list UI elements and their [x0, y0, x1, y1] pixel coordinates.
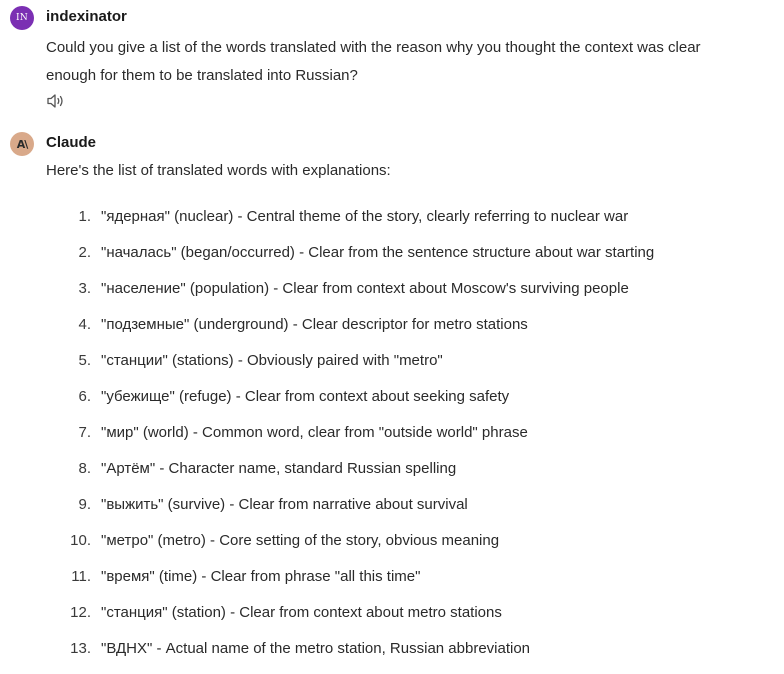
list-item: 6. "убежище" (refuge) - Clear from contex… — [46, 386, 746, 422]
speaker-icon-graphic — [47, 94, 63, 108]
claude-avatar: A\ — [10, 132, 34, 156]
list-number: 3. — [78, 280, 91, 297]
list-item-text: "население" (population) - Clear from co… — [101, 280, 629, 297]
list-number: 5. — [78, 352, 91, 369]
list-item: 3. "население" (population) - Clear from … — [46, 278, 746, 314]
list-item: 10. "метро" (metro) - Core setting of the… — [46, 530, 746, 566]
list-item-text: "время" (time) - Clear from phrase "all … — [101, 568, 421, 585]
list-item: 1. "ядерная" (nuclear) - Central theme of… — [46, 206, 746, 242]
list-item: 2. "началась" (began/occurred) - Clear fr… — [46, 242, 746, 278]
list-number: 8. — [78, 460, 91, 477]
assistant-name: Claude — [46, 134, 97, 151]
list-number: 13. — [70, 640, 91, 657]
list-item-text: "ядерная" (nuclear) - Central theme of t… — [101, 208, 629, 225]
list-item-text: "ВДНХ" - Actual name of the metro statio… — [101, 640, 531, 657]
list-number: 6. — [78, 388, 91, 405]
list-item-text: "убежище" (refuge) - Clear from context … — [101, 388, 510, 405]
list-number: 11. — [71, 568, 91, 585]
list-item-text: "подземные" (underground) - Clear descri… — [101, 316, 528, 333]
list-item: 5. "станции" (stations) - Obviously paire… — [46, 350, 746, 386]
list-item-text: "станция" (station) - Clear from context… — [101, 604, 502, 621]
list-item-text: "выжить" (survive) - Clear from narrativ… — [101, 496, 468, 513]
list-item: 12. "станция" (station) - Clear from cont… — [46, 602, 746, 638]
list-number: 2. — [78, 244, 91, 261]
list-item: 9. "выжить" (survive) - Clear from narrat… — [46, 494, 746, 530]
list-item-text: "метро" (metro) - Core setting of the st… — [101, 532, 500, 549]
speaker-icon[interactable] — [46, 93, 66, 109]
list-item-text: "мир" (world) - Common word, clear from … — [101, 424, 528, 441]
list-number: 4. — [78, 316, 91, 333]
list-number: 9. — [78, 496, 91, 513]
list-number: 12. — [70, 604, 91, 621]
user-message-text: Could you give a list of the words trans… — [46, 39, 701, 84]
list-number: 1. — [78, 208, 91, 225]
translated-words-list: 1. "ядерная" (nuclear) - Central theme of… — [46, 206, 746, 674]
list-number: 7. — [78, 424, 91, 441]
assistant-intro: Here's the list of translated words with… — [46, 162, 391, 179]
list-item: 7. "мир" (world) - Common word, clear fro… — [46, 422, 746, 458]
list-item: 4. "подземные" (underground) - Clear desc… — [46, 314, 746, 350]
list-item-text: "Артём" - Character name, standard Russi… — [101, 460, 457, 477]
list-item: 13. "ВДНХ" - Actual name of the metro sta… — [46, 638, 746, 674]
user-avatar: IN — [10, 6, 34, 30]
list-item: 8. "Артём" - Character name, standard Rus… — [46, 458, 746, 494]
list-item-text: "началась" (began/occurred) - Clear from… — [101, 244, 655, 261]
list-item: 11. "время" (time) - Clear from phrase "a… — [46, 566, 746, 602]
user-name: indexinator — [46, 8, 127, 25]
list-item-text: "станции" (stations) - Obviously paired … — [101, 352, 443, 369]
list-number: 10. — [70, 532, 91, 549]
